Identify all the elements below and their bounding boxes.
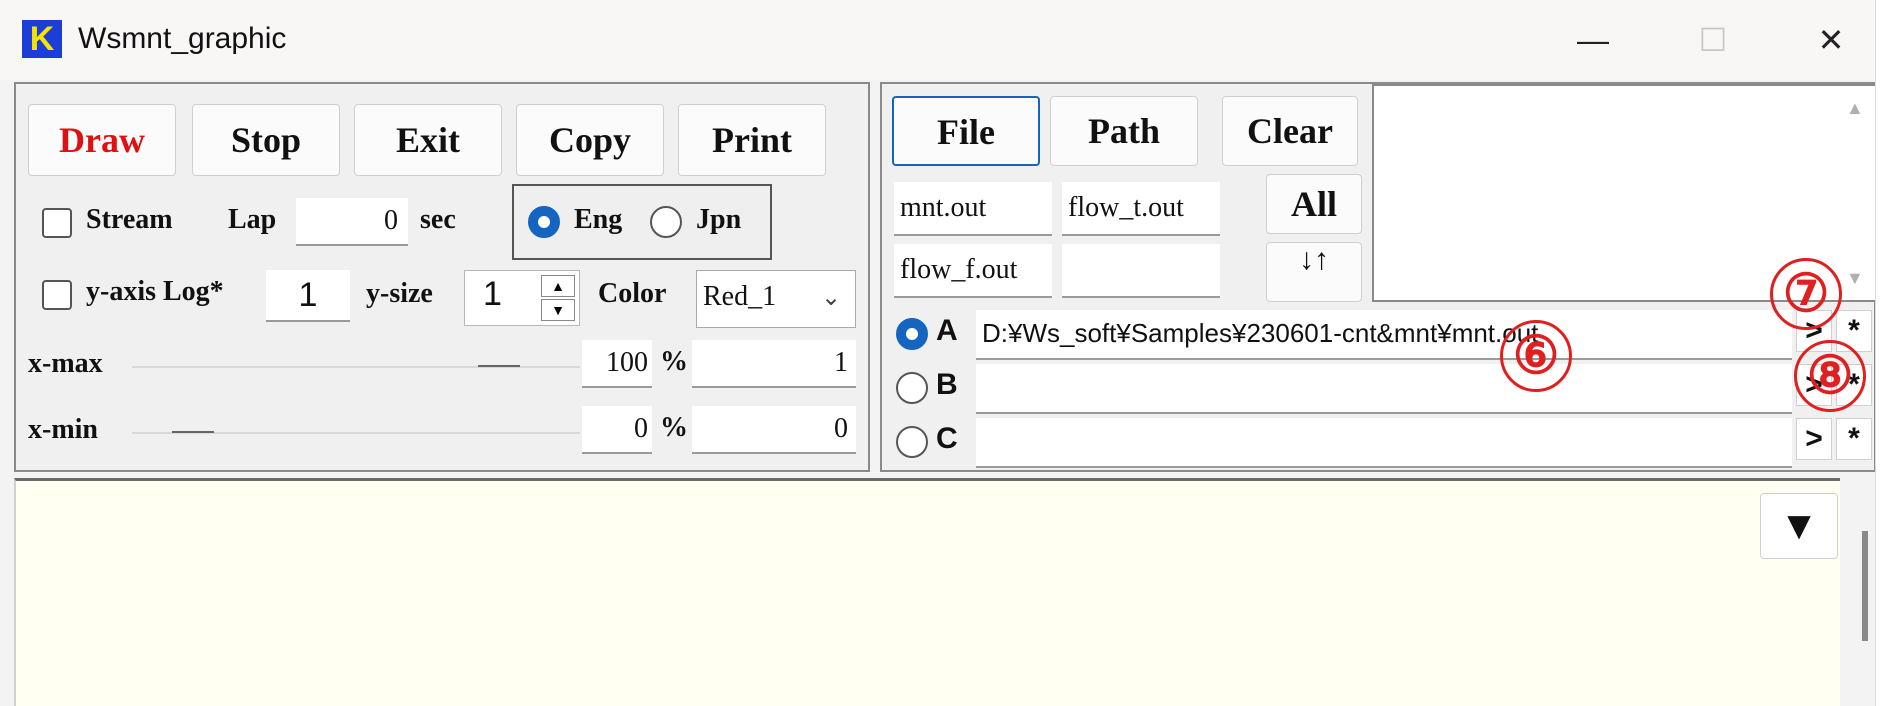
file-slot-4[interactable] bbox=[1062, 244, 1220, 298]
logo-letter: K bbox=[29, 20, 55, 58]
eng-label: Eng bbox=[574, 204, 623, 235]
file-slot-3[interactable]: flow_f.out bbox=[894, 244, 1052, 298]
file-button[interactable]: File bbox=[892, 96, 1040, 166]
source-a-label: A bbox=[936, 314, 958, 347]
y-axis-log-checkbox[interactable] bbox=[42, 280, 72, 310]
source-c-path-input[interactable] bbox=[976, 418, 1792, 468]
draw-button[interactable]: Draw bbox=[28, 104, 176, 176]
lap-label: Lap bbox=[228, 204, 277, 235]
jpn-label: Jpn bbox=[696, 204, 742, 235]
app-window: K Wsmnt_graphic — ☐ ✕ Draw Stop Exit Cop… bbox=[0, 0, 1876, 706]
y-size-spinner[interactable]: 1 ▲ ▼ bbox=[464, 270, 580, 326]
y-size-label: y-size bbox=[366, 278, 433, 309]
source-c-star-button[interactable]: * bbox=[1836, 418, 1872, 460]
color-label: Color bbox=[598, 278, 667, 309]
lap-unit-label: sec bbox=[420, 204, 456, 235]
canvas-scrollbar[interactable] bbox=[1862, 531, 1868, 641]
source-b-radio[interactable] bbox=[896, 372, 928, 404]
copy-button[interactable]: Copy bbox=[516, 104, 664, 176]
x-min-label: x-min bbox=[28, 414, 98, 445]
print-button[interactable]: Print bbox=[678, 104, 826, 176]
color-select-value: Red_1 bbox=[703, 281, 777, 312]
source-b-path-input[interactable] bbox=[976, 364, 1792, 414]
source-b-label: B bbox=[936, 368, 958, 401]
sort-button[interactable]: ↓↑ bbox=[1266, 242, 1362, 302]
x-max-input[interactable]: 1 bbox=[692, 340, 856, 388]
source-a-path-input[interactable]: D:¥Ws_soft¥Samples¥230601-cnt&mnt¥mnt.ou… bbox=[976, 310, 1792, 360]
scroll-down-icon[interactable]: ▼ bbox=[1846, 268, 1864, 289]
maximize-button[interactable]: ☐ bbox=[1668, 10, 1758, 70]
x-max-percent-input[interactable]: 100 bbox=[582, 340, 652, 388]
file-list-scrollbar[interactable]: ▲ ▼ bbox=[1838, 92, 1874, 296]
clear-button[interactable]: Clear bbox=[1222, 96, 1358, 166]
source-c-next-button[interactable]: > bbox=[1796, 418, 1832, 460]
minimize-button[interactable]: — bbox=[1548, 10, 1638, 70]
x-max-percent-sign: % bbox=[660, 346, 688, 377]
source-c-label: C bbox=[936, 422, 958, 455]
window-title: Wsmnt_graphic bbox=[78, 22, 287, 55]
y-axis-log-label: y-axis Log* bbox=[86, 276, 224, 307]
eng-radio[interactable] bbox=[528, 206, 560, 238]
annotation-6: ⑥ bbox=[1500, 320, 1572, 392]
spinner-down-icon[interactable]: ▼ bbox=[541, 299, 575, 321]
stream-checkbox[interactable] bbox=[42, 208, 72, 238]
path-button[interactable]: Path bbox=[1050, 96, 1198, 166]
x-min-slider-thumb[interactable] bbox=[172, 431, 214, 433]
file-slot-1[interactable]: mnt.out bbox=[894, 182, 1052, 236]
app-logo-icon: K bbox=[22, 20, 62, 58]
scroll-up-icon[interactable]: ▲ bbox=[1846, 98, 1864, 119]
annotation-7: ⑦ bbox=[1770, 258, 1842, 330]
all-button[interactable]: All bbox=[1266, 174, 1362, 234]
exit-button[interactable]: Exit bbox=[354, 104, 502, 176]
lap-input[interactable]: 0 bbox=[296, 198, 408, 246]
close-button[interactable]: ✕ bbox=[1786, 10, 1875, 70]
chevron-down-icon: ⌄ bbox=[821, 284, 842, 311]
panel-toggle-button[interactable]: ▼ bbox=[1760, 493, 1838, 559]
x-min-percent-input[interactable]: 0 bbox=[582, 406, 652, 454]
x-min-percent-sign: % bbox=[660, 412, 688, 443]
graph-canvas[interactable]: ▼ bbox=[14, 478, 1868, 706]
spinner-up-icon[interactable]: ▲ bbox=[541, 275, 575, 297]
y-size-value: 1 bbox=[483, 275, 502, 313]
x-max-label: x-max bbox=[28, 348, 103, 379]
title-bar: K Wsmnt_graphic — ☐ ✕ bbox=[0, 0, 1875, 80]
source-a-radio[interactable] bbox=[896, 318, 928, 350]
language-group: Eng Jpn bbox=[512, 184, 772, 260]
x-max-slider-thumb[interactable] bbox=[478, 365, 520, 367]
y-axis-log-input[interactable]: 1 bbox=[266, 270, 350, 322]
color-select[interactable]: Red_1 ⌄ bbox=[696, 270, 856, 328]
annotation-8: ⑧ bbox=[1794, 340, 1866, 412]
stream-label: Stream bbox=[86, 204, 173, 235]
file-slot-2[interactable]: flow_t.out bbox=[1062, 182, 1220, 236]
control-panel: Draw Stop Exit Copy Print Stream Lap 0 s… bbox=[14, 82, 870, 472]
source-c-radio[interactable] bbox=[896, 426, 928, 458]
x-min-input[interactable]: 0 bbox=[692, 406, 856, 454]
jpn-radio[interactable] bbox=[650, 206, 682, 238]
file-panel: File Path Clear ▲ ▼ mnt.out flow_t.out f… bbox=[880, 82, 1875, 472]
stop-button[interactable]: Stop bbox=[192, 104, 340, 176]
